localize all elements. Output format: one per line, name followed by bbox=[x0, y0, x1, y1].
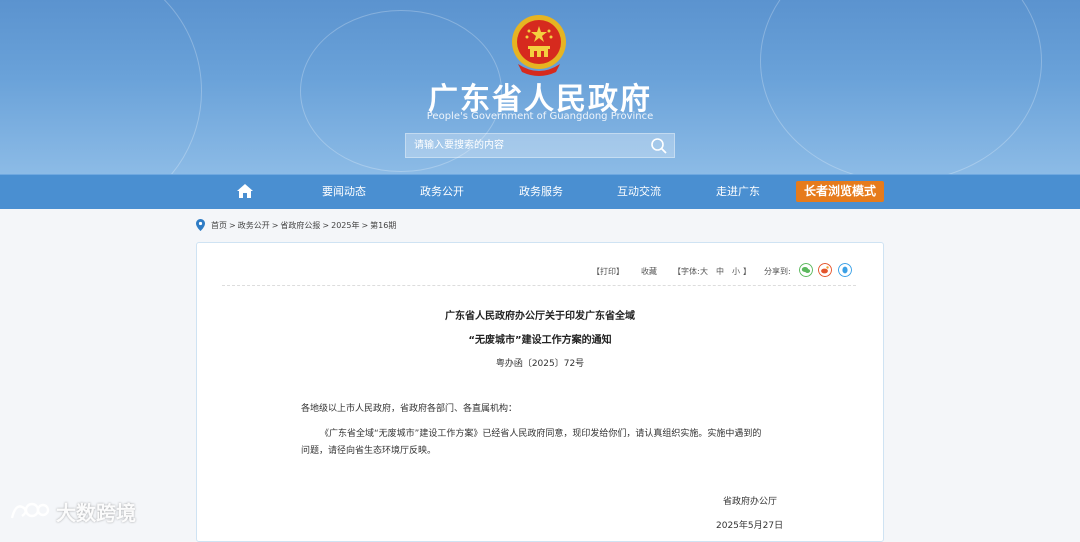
home-icon[interactable] bbox=[236, 183, 254, 199]
salutation: 各地级以上市人民政府，省政府各部门、各直属机构： bbox=[301, 404, 518, 414]
document-title-line-1: 广东省人民政府办公厅关于印发广东省全域 bbox=[445, 311, 635, 322]
body-paragraph-line-2: 问题，请径向省生态环境厅反映。 bbox=[301, 446, 437, 456]
elder-mode-button[interactable]: 长者浏览模式 bbox=[796, 181, 884, 202]
nav-item-government-affairs[interactable]: 政务公开 bbox=[412, 175, 472, 209]
wechat-share-icon[interactable] bbox=[799, 263, 813, 277]
breadcrumb-home[interactable]: 首页 bbox=[211, 220, 227, 231]
favorite-button[interactable]: 收藏 bbox=[641, 266, 657, 277]
breadcrumb-year[interactable]: 2025年 bbox=[331, 220, 359, 231]
nav-item-news[interactable]: 要闻动态 bbox=[314, 175, 374, 209]
breadcrumb-issue[interactable]: 第16期 bbox=[370, 220, 396, 231]
breadcrumb-separator: > bbox=[361, 220, 369, 230]
watermark: 大数跨境 bbox=[10, 498, 136, 525]
national-emblem-icon bbox=[512, 15, 566, 76]
breadcrumb-separator: > bbox=[322, 220, 330, 230]
toolbar-divider bbox=[222, 285, 856, 286]
nav-item-services[interactable]: 政务服务 bbox=[511, 175, 571, 209]
search-input[interactable] bbox=[406, 134, 642, 157]
print-button[interactable]: 【打印】 bbox=[592, 266, 624, 277]
nav-item-interaction[interactable]: 互动交流 bbox=[609, 175, 669, 209]
breadcrumb-gazette[interactable]: 省政府公报 bbox=[280, 220, 320, 231]
breadcrumb: 首页 > 政务公开 > 省政府公报 > 2025年 > 第16期 bbox=[196, 218, 398, 232]
body-paragraph-line-1: 《广东省全域“无废城市”建设工作方案》已经省人民政府同意，现印发给你们，请认真组… bbox=[320, 429, 762, 439]
qq-share-icon[interactable] bbox=[838, 263, 852, 277]
search-box bbox=[405, 133, 675, 158]
sign-date: 2025年5月27日 bbox=[716, 521, 784, 531]
font-small-button[interactable]: 小 bbox=[732, 266, 740, 277]
nav-item-guangdong[interactable]: 走进广东 bbox=[708, 175, 768, 209]
font-large-button[interactable]: 大 bbox=[700, 266, 708, 277]
font-size-label: 【字体: bbox=[673, 267, 700, 276]
header-banner: 广东省人民政府 People's Government of Guangdong… bbox=[0, 0, 1080, 174]
article-toolbar: 【打印】 收藏 【字体: 大 中 小 】 分享到: bbox=[0, 264, 860, 280]
watermark-text: 大数跨境 bbox=[56, 500, 136, 525]
search-icon[interactable] bbox=[650, 137, 668, 155]
main-nav: 要闻动态 政务公开 政务服务 互动交流 走进广东 bbox=[0, 174, 1080, 209]
location-pin-icon bbox=[196, 219, 205, 231]
watermark-logo-icon bbox=[10, 502, 50, 519]
weibo-share-icon[interactable] bbox=[818, 263, 832, 277]
breadcrumb-separator: > bbox=[271, 220, 279, 230]
document-title-line-2: “无废城市”建设工作方案的通知 bbox=[468, 335, 612, 346]
breadcrumb-government-affairs[interactable]: 政务公开 bbox=[238, 220, 270, 231]
font-medium-button[interactable]: 中 bbox=[716, 266, 724, 277]
signer: 省政府办公厅 bbox=[723, 497, 778, 507]
article-panel bbox=[196, 242, 884, 542]
document-number: 粤办函〔2025〕72号 bbox=[495, 359, 585, 369]
site-subtitle: People's Government of Guangdong Provinc… bbox=[426, 111, 654, 122]
breadcrumb-separator: > bbox=[229, 220, 236, 230]
share-label: 分享到: bbox=[764, 267, 791, 276]
font-size-bracket: 】 bbox=[743, 267, 751, 276]
